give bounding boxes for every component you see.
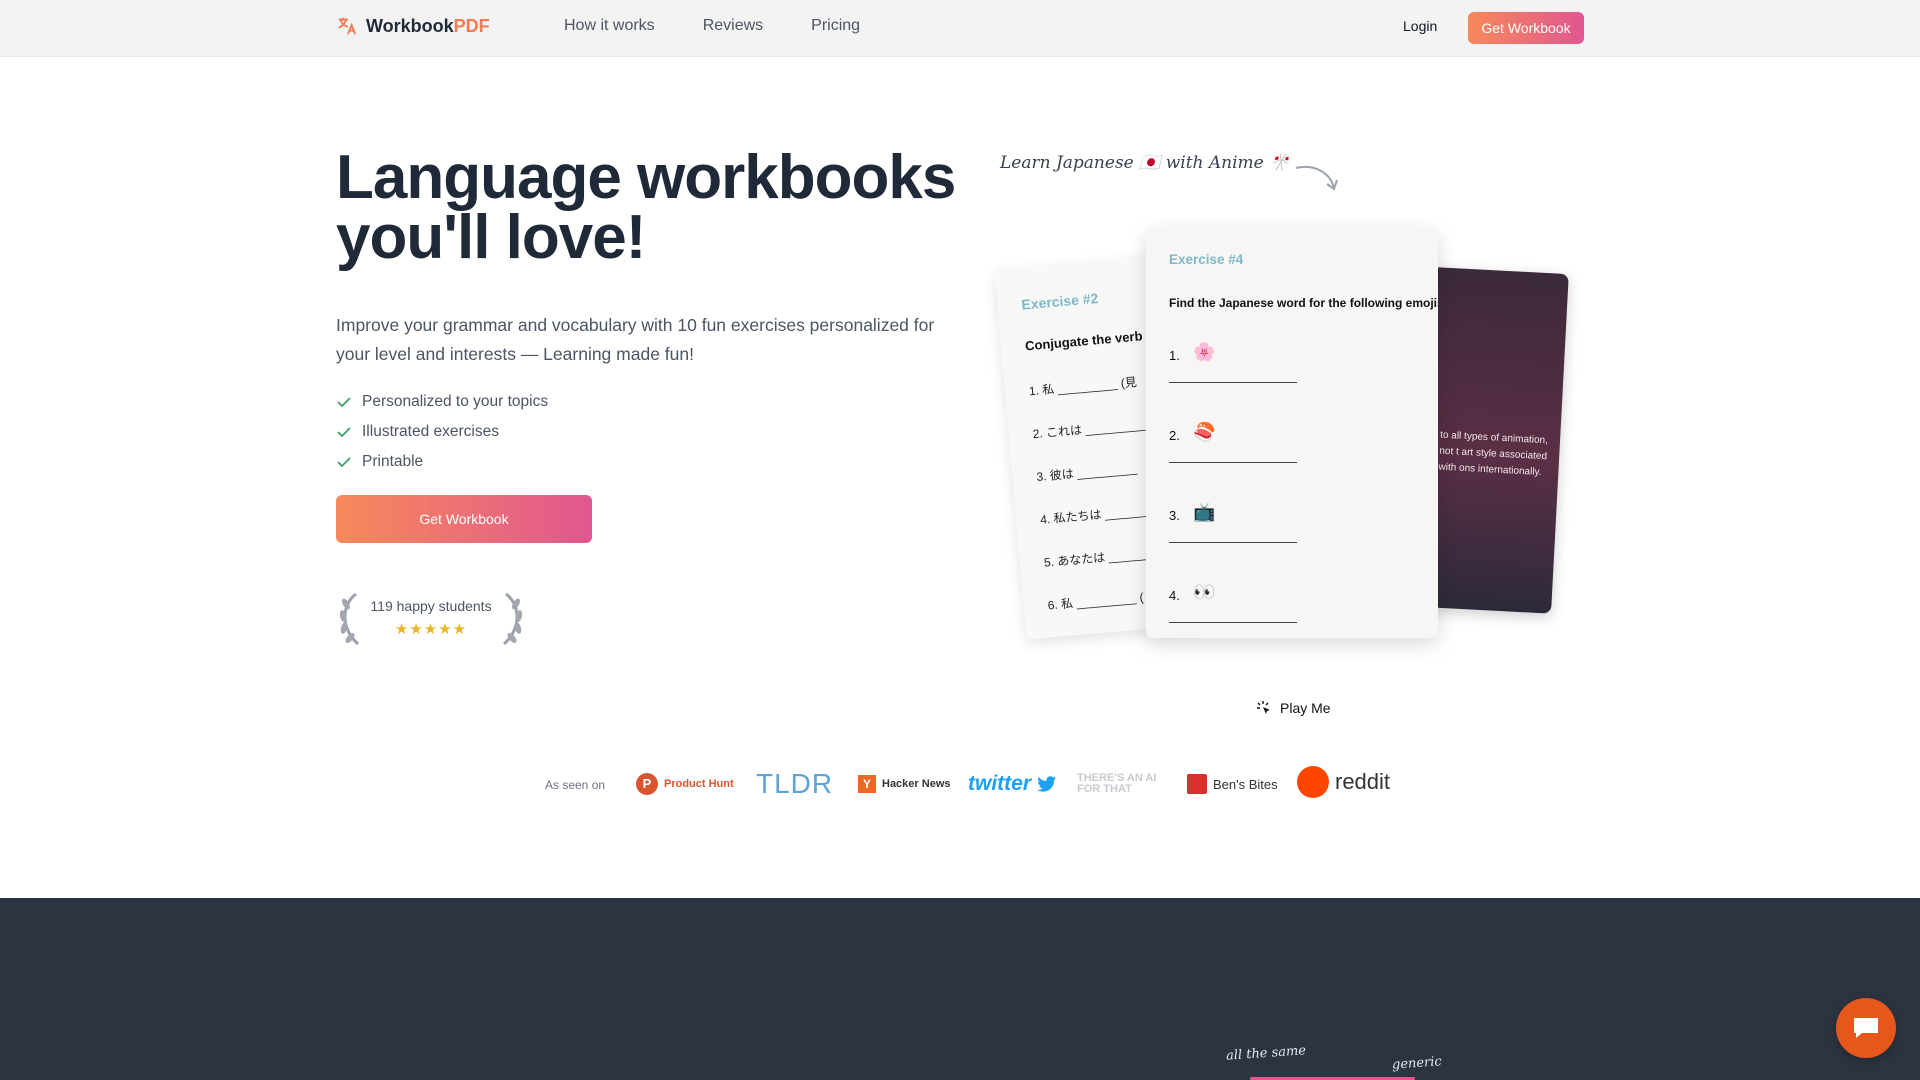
product-hunt-icon: P bbox=[636, 773, 658, 795]
bens-bites-icon bbox=[1187, 774, 1207, 794]
exercise-item: 1. 🌸 bbox=[1169, 340, 1309, 390]
eyes-icon: 👀 bbox=[1193, 582, 1216, 602]
hero-subtitle: Improve your grammar and vocabulary with… bbox=[336, 315, 935, 364]
reddit-label: reddit bbox=[1335, 769, 1391, 794]
cherry-blossom-icon: 🌸 bbox=[1193, 342, 1216, 362]
handwritten-tagline: Learn Japanese 🇯🇵 with Anime 🎌 bbox=[1000, 153, 1291, 173]
tldr-label: TLDR bbox=[756, 768, 834, 799]
exercise-title: Exercise #4 bbox=[1169, 252, 1244, 267]
laurel-right-icon bbox=[502, 592, 523, 646]
check-icon bbox=[337, 427, 351, 438]
bens-bites-logo[interactable]: Ben's Bites bbox=[1187, 768, 1278, 800]
tv-icon: 📺 bbox=[1193, 502, 1216, 522]
feature-list: Personalized to your topics Illustrated … bbox=[336, 387, 548, 477]
exercise-row: 2. これは _________ bbox=[1032, 417, 1146, 442]
there-is-an-ai-for-that-logo[interactable]: THERE'S AN AI FOR THAT bbox=[1077, 768, 1167, 800]
top-nav: WorkbookPDF How it works Reviews Pricing… bbox=[0, 0, 1920, 57]
exercise-row: 1. 私 _________ (見 bbox=[1028, 374, 1138, 399]
brand-logo[interactable]: WorkbookPDF bbox=[336, 15, 490, 37]
exercise-title: Exercise #2 bbox=[1020, 289, 1099, 313]
login-link[interactable]: Login bbox=[1403, 18, 1437, 34]
chat-widget-button[interactable] bbox=[1836, 998, 1896, 1058]
exercise-question: Find the Japanese word for the following… bbox=[1169, 296, 1438, 310]
twitter-logo[interactable]: twitter bbox=[968, 768, 1057, 800]
laurel-left-icon bbox=[339, 592, 360, 646]
hacker-news-label: Hacker News bbox=[882, 778, 951, 790]
hacker-news-logo[interactable]: Y Hacker News bbox=[858, 768, 951, 800]
aift-label: THERE'S AN AI FOR THAT bbox=[1077, 772, 1157, 795]
nav-pricing[interactable]: Pricing bbox=[811, 17, 860, 35]
exercise-question: Conjugate the verb i bbox=[1024, 327, 1151, 354]
translate-icon bbox=[338, 17, 357, 35]
brand-name: WorkbookPDF bbox=[366, 15, 490, 36]
twitter-bird-icon bbox=[1037, 776, 1056, 792]
happy-students-count: 119 happy students bbox=[370, 598, 492, 614]
sushi-icon: 🍣 bbox=[1193, 422, 1216, 442]
feature-item: Illustrated exercises bbox=[336, 417, 548, 447]
nav-get-workbook-button[interactable]: Get Workbook bbox=[1468, 12, 1584, 44]
dark-section bbox=[0, 898, 1920, 1080]
check-icon bbox=[337, 397, 351, 408]
hero-title-line2: you'll love! bbox=[336, 203, 646, 272]
item-number: 2. bbox=[1169, 428, 1180, 443]
hero-title: Language workbooks you'll love! bbox=[336, 147, 976, 269]
chat-bubble-icon bbox=[1854, 1018, 1878, 1038]
nav-how-it-works[interactable]: How it works bbox=[564, 17, 655, 35]
rating-stars: ★★★★★ bbox=[394, 621, 468, 638]
exercise-row: 3. 彼は _________ bbox=[1035, 461, 1138, 484]
hero-get-workbook-button[interactable]: Get Workbook bbox=[336, 495, 592, 543]
bens-bites-label: Ben's Bites bbox=[1213, 776, 1278, 792]
exercise-item: 4. 👀 bbox=[1169, 580, 1309, 630]
tldr-logo[interactable]: TLDR bbox=[756, 768, 833, 800]
reddit-icon bbox=[1297, 766, 1329, 798]
answer-line bbox=[1169, 382, 1297, 383]
exercise-row: 6. 私 _________ ( bbox=[1047, 590, 1145, 613]
answer-line bbox=[1169, 542, 1297, 543]
feature-label: Illustrated exercises bbox=[362, 423, 499, 440]
cursor-click-icon bbox=[1257, 701, 1270, 714]
play-me-button[interactable]: Play Me bbox=[1256, 700, 1331, 716]
answer-line bbox=[1169, 462, 1297, 463]
as-seen-on-label: As seen on bbox=[545, 778, 606, 792]
hacker-news-icon: Y bbox=[858, 775, 876, 793]
anime-card-text: to all types of animation, not t art sty… bbox=[1438, 429, 1549, 478]
answer-line bbox=[1169, 622, 1297, 623]
item-number: 1. bbox=[1169, 348, 1180, 363]
product-hunt-logo[interactable]: P Product Hunt bbox=[636, 768, 734, 800]
feature-label: Printable bbox=[362, 453, 424, 470]
reddit-logo[interactable]: reddit bbox=[1297, 766, 1390, 798]
item-number: 3. bbox=[1169, 508, 1180, 523]
curved-arrow-icon bbox=[1295, 166, 1338, 191]
feature-label: Personalized to your topics bbox=[362, 393, 549, 410]
item-number: 4. bbox=[1169, 588, 1180, 603]
feature-item: Printable bbox=[336, 447, 548, 477]
nav-links: How it works Reviews Pricing bbox=[564, 17, 860, 35]
twitter-label: twitter bbox=[968, 772, 1031, 795]
product-hunt-label: Product Hunt bbox=[664, 778, 734, 790]
feature-item: Personalized to your topics bbox=[336, 387, 548, 417]
play-me-label: Play Me bbox=[1280, 700, 1331, 716]
hero-title-line1: Language workbooks bbox=[336, 143, 956, 212]
check-icon bbox=[337, 457, 351, 468]
exercise-item: 2. 🍣 bbox=[1169, 420, 1309, 470]
exercise-card-4[interactable]: Exercise #4 Find the Japanese word for t… bbox=[1146, 228, 1438, 638]
exercise-item: 3. 📺 bbox=[1169, 500, 1309, 550]
nav-reviews[interactable]: Reviews bbox=[703, 17, 763, 35]
